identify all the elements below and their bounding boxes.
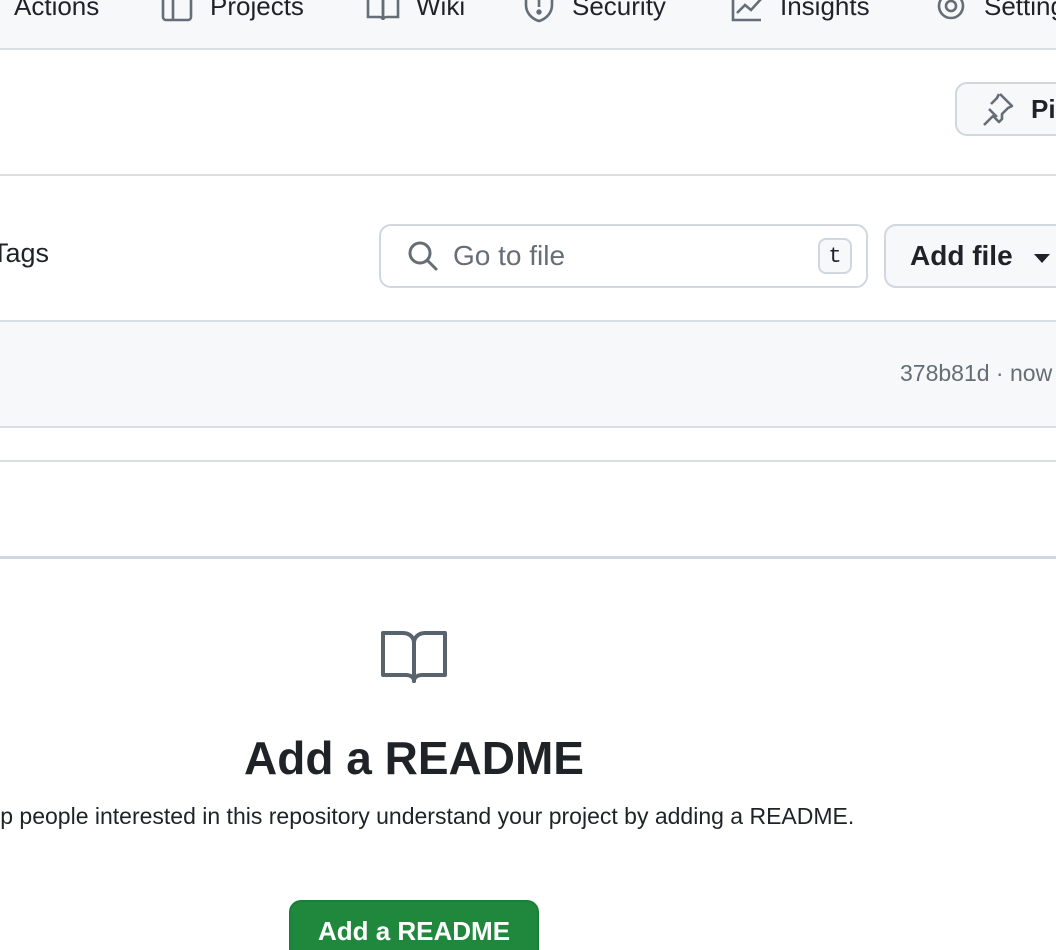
readme-promo: Add a README Help people interested in t… bbox=[0, 559, 1056, 950]
go-to-file-search[interactable] bbox=[379, 224, 868, 288]
nav-item-settings[interactable]: Settings bbox=[934, 0, 1056, 26]
nav-label-wiki: Wiki bbox=[416, 0, 466, 21]
search-icon bbox=[408, 241, 438, 271]
pin-button[interactable]: Pin bbox=[955, 82, 1056, 136]
nav-item-actions[interactable]: Actions bbox=[14, 0, 99, 26]
gear-icon bbox=[937, 0, 965, 20]
shield-icon bbox=[524, 0, 554, 23]
repo-page: Actions Projects Wiki Security Insights … bbox=[0, 0, 1056, 950]
nav-item-projects[interactable]: Projects bbox=[160, 0, 304, 26]
nav-item-wiki[interactable]: Wiki bbox=[366, 0, 465, 26]
nav-label-actions: Actions bbox=[14, 0, 100, 21]
pin-label: Pin bbox=[1031, 93, 1056, 124]
book-icon bbox=[366, 0, 400, 21]
latest-commit-row: 378b81d · now bbox=[0, 322, 1056, 428]
nav-item-insights[interactable]: Insights bbox=[730, 0, 870, 26]
nav-label-insights: Insights bbox=[780, 0, 870, 21]
table-icon bbox=[161, 0, 193, 22]
graph-icon bbox=[731, 0, 762, 22]
nav-label-projects: Projects bbox=[210, 0, 304, 21]
search-shortcut-key: t bbox=[818, 238, 852, 274]
file-table-row bbox=[0, 462, 1056, 559]
nav-label-security: Security bbox=[572, 0, 666, 21]
add-file-label: Add file bbox=[910, 240, 1013, 271]
repo-nav: Actions Projects Wiki Security Insights … bbox=[0, 0, 1056, 50]
repo-header: Pin bbox=[0, 50, 1056, 176]
readme-description: Help people interested in this repositor… bbox=[0, 803, 855, 829]
nav-label-settings: Settings bbox=[984, 0, 1056, 21]
add-readme-button[interactable]: Add a README bbox=[289, 900, 539, 950]
add-readme-label: Add a README bbox=[317, 916, 511, 946]
file-table-header bbox=[0, 428, 1056, 462]
chevron-down-icon bbox=[1034, 254, 1050, 263]
file-toolbar: Tags t Add file bbox=[0, 176, 1056, 322]
tags-link[interactable]: Tags bbox=[0, 238, 49, 269]
nav-item-security[interactable]: Security bbox=[522, 0, 666, 26]
add-file-button[interactable]: Add file bbox=[884, 224, 1056, 288]
book-icon bbox=[381, 631, 447, 683]
readme-title: Add a README bbox=[244, 732, 584, 784]
go-to-file-input[interactable] bbox=[453, 236, 813, 276]
pin-icon bbox=[983, 93, 1014, 126]
commit-hash-time[interactable]: 378b81d · now bbox=[900, 360, 1052, 387]
